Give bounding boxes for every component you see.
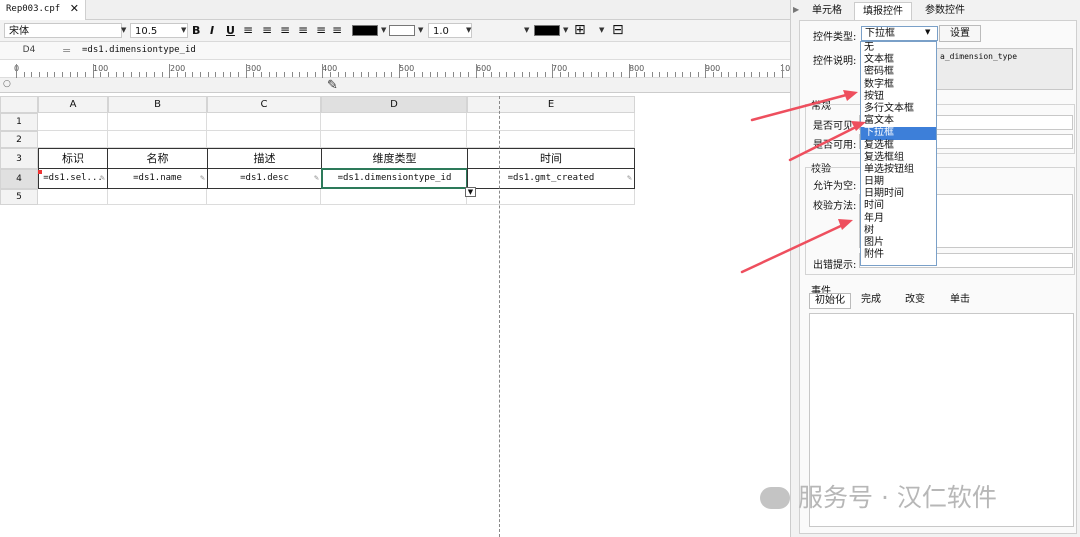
annotation-arrows [740, 90, 866, 274]
watermark: 服务号 · 汉仁软件 [760, 478, 997, 514]
watermark-text: 服务号 · 汉仁软件 [798, 483, 997, 512]
arrow-line [740, 222, 847, 274]
arrow-head [843, 90, 858, 101]
wechat-icon [760, 487, 790, 509]
arrow-line [750, 92, 852, 122]
arrow-head [838, 219, 853, 230]
arrow-line [788, 124, 860, 162]
